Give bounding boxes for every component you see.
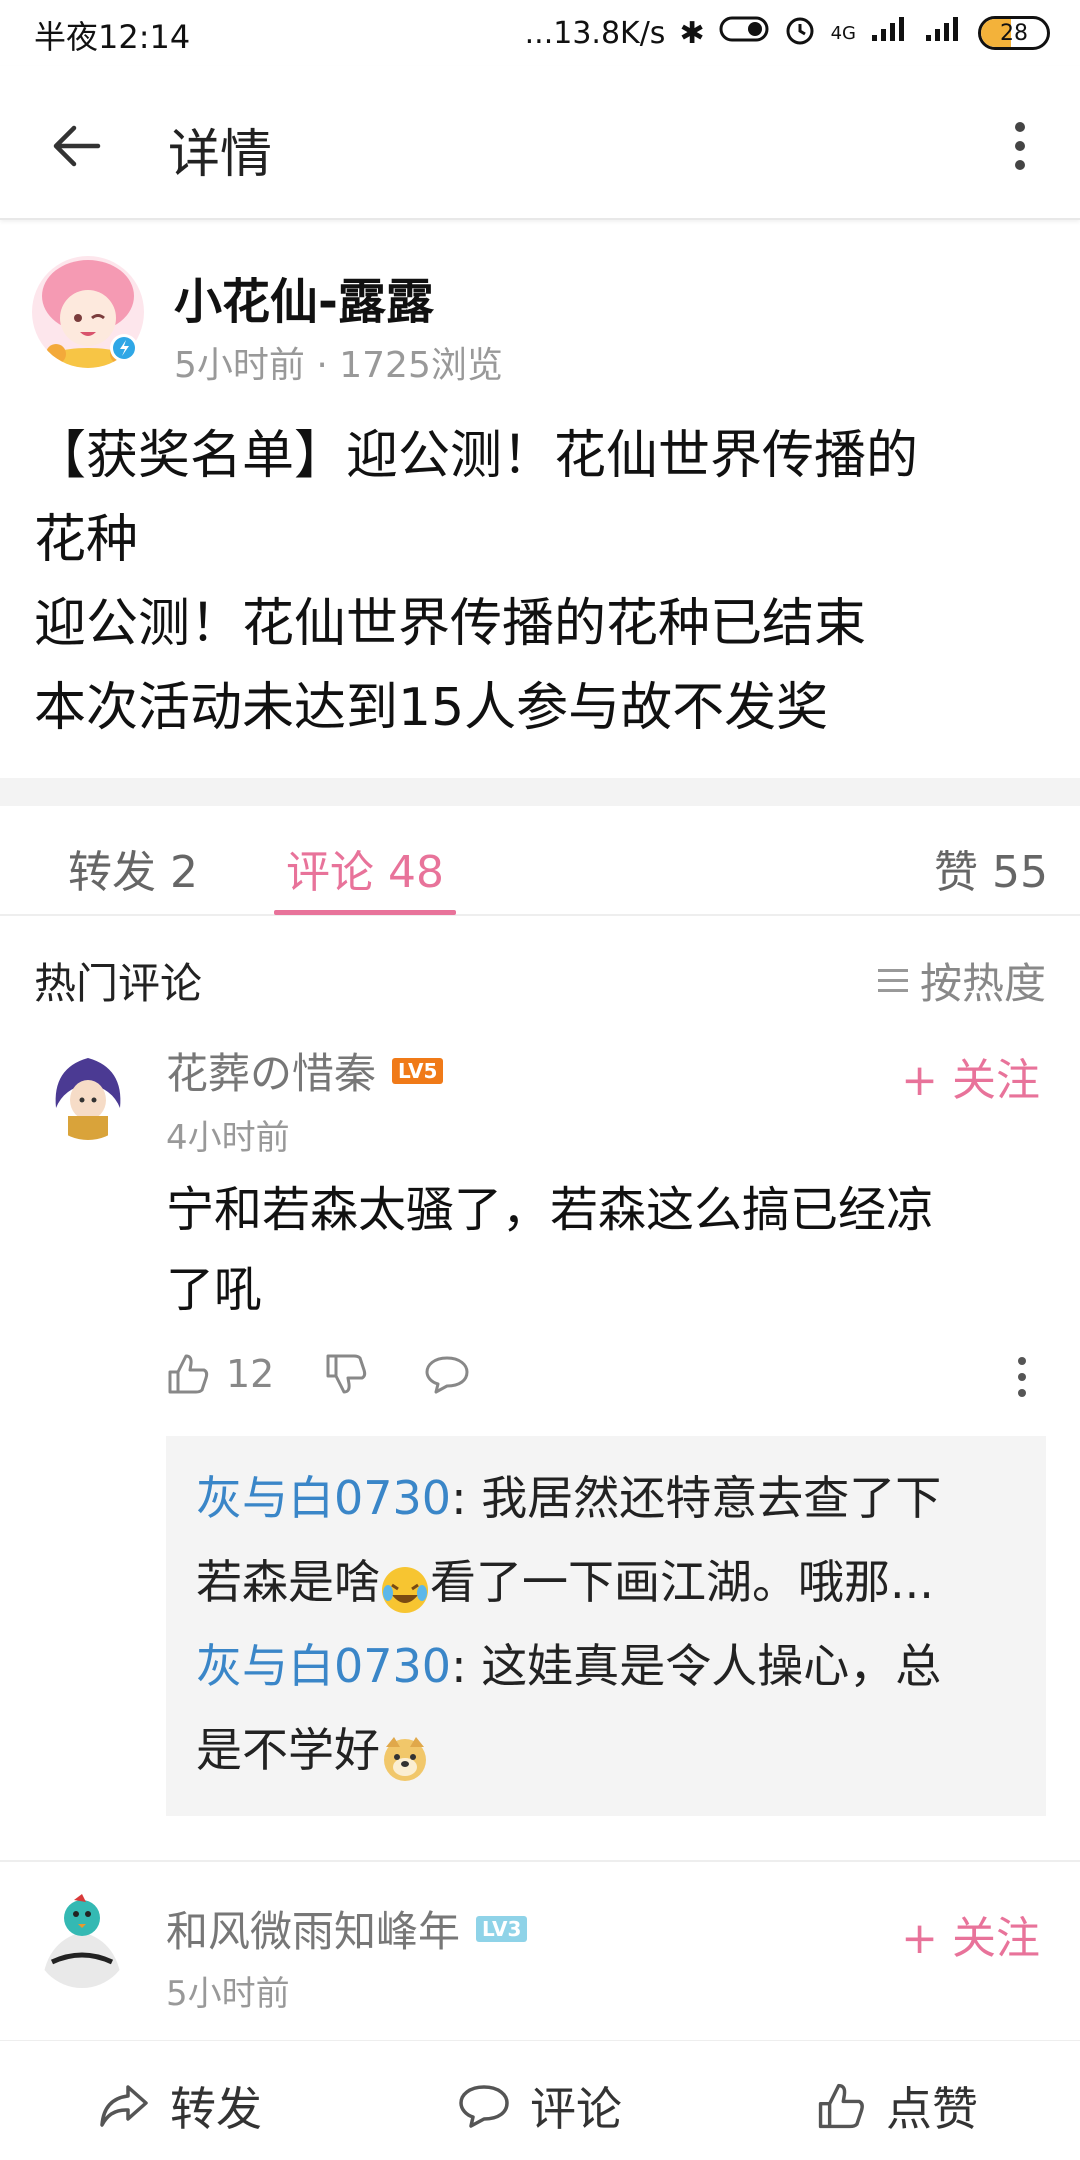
reply-text: : 这娃真是令人操心，总 (451, 1639, 942, 1693)
reply-text: : 我居然还特意去查了下 (451, 1471, 942, 1525)
follow-button[interactable]: + 关注 (901, 1044, 1040, 1108)
commenter-name-row: 花葬の惜秦 LV5 (166, 1040, 444, 1101)
reply-line: 灰与白0730: 这娃真是令人操心，总 (196, 1624, 1016, 1708)
signal-icon (870, 15, 910, 51)
doge-emoji-icon (380, 1725, 430, 1781)
comment-text: 宁和若森太骚了，若森这么搞已经凉 了吼 (166, 1170, 1026, 1330)
repost-label: 转发 (170, 2082, 262, 2136)
reply-text: 是不学好 (196, 1723, 380, 1777)
post-body: 【获奖名单】迎公测！花仙世界传播的 花种 迎公测！花仙世界传播的花种已结束 本次… (34, 414, 1054, 750)
comment-time: 5小时前 (166, 1974, 290, 2014)
comment-actions: 12 (166, 1352, 470, 1396)
post-line: 本次活动未达到15人参与故不发奖 (34, 678, 829, 738)
thumbs-up-icon (168, 1354, 209, 1394)
speech-bubble-icon (459, 2085, 509, 2128)
like-post-button[interactable]: 点赞 (816, 2073, 978, 2139)
comment-more-button[interactable] (1012, 1352, 1032, 1402)
reply-author[interactable]: 灰与白0730 (196, 1471, 451, 1525)
active-tab-indicator (274, 910, 456, 915)
like-label: 点赞 (886, 2082, 978, 2136)
bottom-action-bar: 转发 评论 点赞 (0, 2040, 1080, 2160)
battery-level: 28 (1000, 20, 1028, 46)
reply-line: 若森是啥 看了一下画江湖。哦那... (196, 1540, 1016, 1624)
app-header: 详情 (0, 66, 1080, 220)
section-divider (0, 778, 1080, 806)
comment-line: 宁和若森太骚了，若森这么搞已经凉 (166, 1182, 935, 1238)
status-time: 半夜12:14 (34, 18, 191, 56)
comment-line: 了吼 (166, 1262, 263, 1318)
level-badge: LV5 (392, 1057, 444, 1084)
reply-text: 若森是啥 (196, 1555, 380, 1609)
alarm-icon (783, 12, 817, 54)
list-icon (877, 969, 908, 992)
thumbs-down-icon (326, 1354, 367, 1394)
commenter-name[interactable]: 和风微雨知峰年 (166, 1898, 460, 1959)
repost-button[interactable]: 转发 (98, 2073, 262, 2139)
commenter-name[interactable]: 花葬の惜秦 (166, 1040, 376, 1101)
speech-bubble-icon (425, 1356, 469, 1394)
author-name[interactable]: 小花仙-露露 (174, 262, 434, 332)
comment-divider (0, 1860, 1080, 1862)
network-speed: ...13.8K/s (524, 15, 666, 51)
comment-label: 评论 (530, 2082, 622, 2136)
post-line: 【获奖名单】迎公测！花仙世界传播的 (34, 426, 919, 486)
tab-repost[interactable]: 转发 2 (68, 836, 198, 900)
toggle-icon (719, 14, 769, 52)
battery-icon: 28 (978, 16, 1050, 50)
commenter-avatar[interactable] (42, 1048, 134, 1140)
laughing-crying-emoji-icon (380, 1557, 430, 1613)
like-button[interactable]: 12 (166, 1352, 274, 1396)
more-options-button[interactable] (1000, 114, 1040, 178)
reply-author[interactable]: 灰与白0730 (196, 1639, 451, 1693)
thumbs-up-icon (818, 2083, 864, 2129)
author-avatar[interactable] (32, 256, 144, 368)
hot-comments-title: 热门评论 (34, 959, 203, 1008)
commenter-avatar[interactable] (34, 1892, 130, 1988)
page-title: 详情 (168, 125, 273, 185)
status-icons: ...13.8K/s ✱ 4G 28 (525, 12, 1050, 54)
follow-button[interactable]: + 关注 (901, 1902, 1040, 1966)
bluetooth-icon: ✱ (679, 15, 705, 51)
back-button[interactable] (44, 114, 108, 178)
commenter-name-row: 和风微雨知峰年 LV3 (166, 1898, 528, 1959)
sort-label: 按热度 (919, 959, 1046, 1008)
like-count: 12 (226, 1352, 275, 1396)
comment-button[interactable]: 评论 (458, 2073, 622, 2139)
share-arrow-icon (100, 2085, 148, 2127)
signal-4g-label: 4G (830, 22, 856, 44)
post-meta: 5小时前 · 1725浏览 (174, 345, 503, 386)
arrow-left-icon (53, 125, 101, 167)
interaction-tabs: 转发 2 评论 48 赞 55 (0, 806, 1080, 916)
replies-preview[interactable]: 灰与白0730: 我居然还特意去查了下 若森是啥 看了一下画江湖。哦那... 灰与… (166, 1436, 1046, 1816)
dislike-button[interactable] (324, 1352, 368, 1396)
comment-time: 4小时前 (166, 1118, 290, 1158)
reply-text: 看了一下画江湖。哦那... (430, 1555, 934, 1609)
tab-like[interactable]: 赞 55 (934, 836, 1048, 900)
post-line: 花种 (34, 510, 139, 570)
status-bar: 半夜12:14 ...13.8K/s ✱ 4G 28 (0, 0, 1080, 66)
tab-comment[interactable]: 评论 48 (286, 836, 444, 900)
sort-button[interactable]: 按热度 (877, 950, 1046, 1011)
reply-line: 灰与白0730: 我居然还特意去查了下 (196, 1456, 1016, 1540)
signal-icon-2 (924, 15, 964, 51)
level-badge: LV3 (476, 1915, 528, 1942)
reply-button[interactable] (424, 1354, 470, 1394)
reply-line: 是不学好 (196, 1708, 1016, 1792)
post-line: 迎公测！花仙世界传播的花种已结束 (34, 594, 867, 654)
